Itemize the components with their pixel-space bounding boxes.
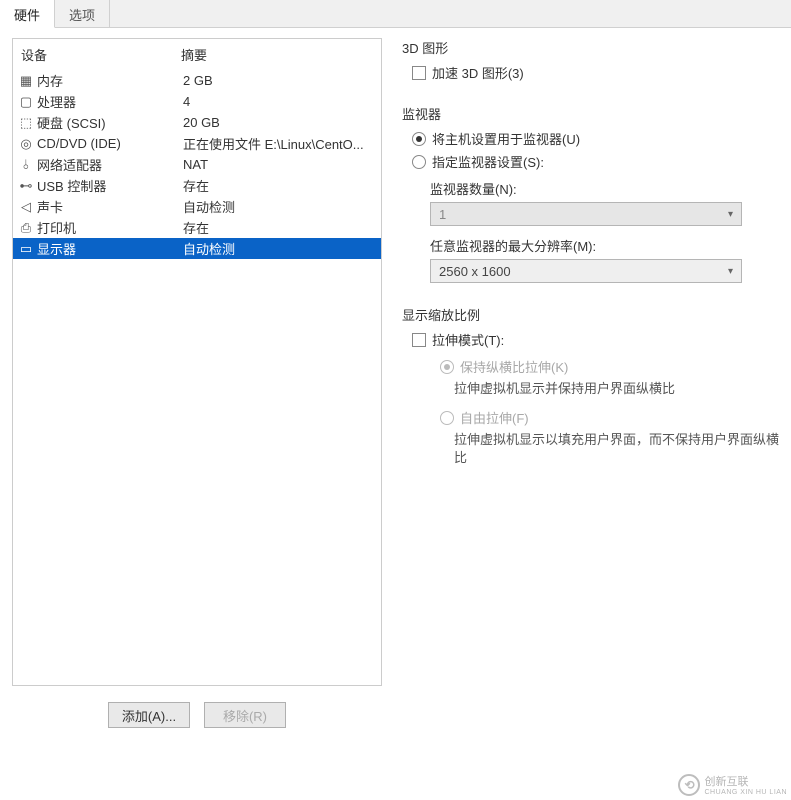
free-stretch-desc: 拉伸虚拟机显示以填充用户界面，而不保持用户界面纵横比 — [454, 431, 779, 467]
col-device: 设备 — [21, 45, 181, 64]
hw-summary: 正在使用文件 E:\Linux\CentO... — [183, 134, 377, 153]
hw-summary: 20 GB — [183, 115, 377, 130]
hw-summary: 4 — [183, 94, 377, 109]
hw-label: 硬盘 (SCSI) — [37, 113, 183, 132]
specify-monitor-radio[interactable] — [412, 155, 426, 169]
hw-summary: 自动检测 — [183, 197, 377, 216]
tab-options[interactable]: 选项 — [55, 0, 110, 27]
hw-label: CD/DVD (IDE) — [37, 136, 183, 151]
watermark-sub: CHUANG XIN HU LIAN — [704, 789, 787, 796]
hw-label: 声卡 — [37, 197, 183, 216]
tab-hardware[interactable]: 硬件 — [0, 0, 55, 28]
monitor-count-label: 监视器数量(N): — [430, 179, 779, 198]
max-res-select[interactable]: 2560 x 1600 ▾ — [430, 259, 742, 283]
free-stretch-radio — [440, 411, 454, 425]
hw-row-cpu[interactable]: ▢ 处理器 4 — [13, 91, 381, 112]
hw-row-usb[interactable]: ⊷ USB 控制器 存在 — [13, 175, 381, 196]
hw-row-memory[interactable]: ▦ 内存 2 GB — [13, 70, 381, 91]
cpu-icon: ▢ — [17, 94, 35, 110]
section-scaling: 显示缩放比例 — [402, 305, 779, 324]
hw-label: 处理器 — [37, 92, 183, 111]
remove-button[interactable]: 移除(R) — [204, 702, 286, 728]
add-button[interactable]: 添加(A)... — [108, 702, 190, 728]
button-bar: 添加(A)... 移除(R) — [12, 692, 382, 738]
keep-aspect-label: 保持纵横比拉伸(K) — [460, 357, 568, 376]
hw-label: 打印机 — [37, 218, 183, 237]
keep-aspect-radio — [440, 360, 454, 374]
free-stretch-label: 自由拉伸(F) — [460, 408, 529, 427]
accel-3d-label: 加速 3D 图形(3) — [432, 63, 524, 82]
col-summary: 摘要 — [181, 45, 207, 64]
watermark-icon: ⟲ — [678, 774, 700, 796]
monitor-count-select[interactable]: 1 ▾ — [430, 202, 742, 226]
usb-icon: ⊷ — [17, 178, 35, 194]
chevron-down-icon: ▾ — [728, 209, 733, 220]
printer-icon: ⎙ — [17, 220, 35, 236]
specify-monitor-label: 指定监视器设置(S): — [432, 152, 544, 171]
display-icon: ▭ — [17, 241, 35, 257]
hw-row-network[interactable]: ⫰ 网络适配器 NAT — [13, 154, 381, 175]
chevron-down-icon: ▾ — [728, 266, 733, 277]
hw-summary: 存在 — [183, 176, 377, 195]
hw-label: 网络适配器 — [37, 155, 183, 174]
watermark-brand: 创新互联 — [704, 773, 787, 789]
monitor-count-value: 1 — [439, 207, 446, 222]
hw-row-printer[interactable]: ⎙ 打印机 存在 — [13, 217, 381, 238]
network-icon: ⫰ — [17, 157, 35, 173]
hw-summary: 自动检测 — [183, 239, 377, 258]
display-settings-panel: 3D 图形 加速 3D 图形(3) 监视器 将主机设置用于监视器(U) 指定监视… — [402, 38, 779, 738]
keep-aspect-desc: 拉伸虚拟机显示并保持用户界面纵横比 — [454, 380, 779, 398]
hw-label: USB 控制器 — [37, 176, 183, 195]
watermark: ⟲ 创新互联 CHUANG XIN HU LIAN — [678, 773, 787, 796]
accel-3d-checkbox[interactable] — [412, 66, 426, 80]
cd-icon: ◎ — [17, 136, 35, 152]
memory-icon: ▦ — [17, 73, 35, 89]
hw-label: 显示器 — [37, 239, 183, 258]
disk-icon: ⬚ — [17, 115, 35, 131]
hardware-list: 设备 摘要 ▦ 内存 2 GB ▢ 处理器 4 ⬚ 硬盘 (SCSI) 20 G… — [12, 38, 382, 686]
use-host-monitor-radio[interactable] — [412, 132, 426, 146]
hw-row-sound[interactable]: ◁ 声卡 自动检测 — [13, 196, 381, 217]
hw-summary: 2 GB — [183, 73, 377, 88]
hw-summary: 存在 — [183, 218, 377, 237]
stretch-mode-checkbox[interactable] — [412, 333, 426, 347]
hw-summary: NAT — [183, 157, 377, 172]
section-3d-graphics: 3D 图形 — [402, 38, 779, 57]
section-monitors: 监视器 — [402, 104, 779, 123]
hw-label: 内存 — [37, 71, 183, 90]
hw-row-display[interactable]: ▭ 显示器 自动检测 — [13, 238, 381, 259]
max-res-label: 任意监视器的最大分辨率(M): — [430, 236, 779, 255]
stretch-mode-label: 拉伸模式(T): — [432, 330, 504, 349]
max-res-value: 2560 x 1600 — [439, 264, 511, 279]
tabs-bar: 硬件 选项 — [0, 0, 791, 28]
sound-icon: ◁ — [17, 199, 35, 215]
hw-row-cd[interactable]: ◎ CD/DVD (IDE) 正在使用文件 E:\Linux\CentO... — [13, 133, 381, 154]
hardware-list-header: 设备 摘要 — [13, 39, 381, 70]
use-host-monitor-label: 将主机设置用于监视器(U) — [432, 129, 580, 148]
hw-row-disk[interactable]: ⬚ 硬盘 (SCSI) 20 GB — [13, 112, 381, 133]
